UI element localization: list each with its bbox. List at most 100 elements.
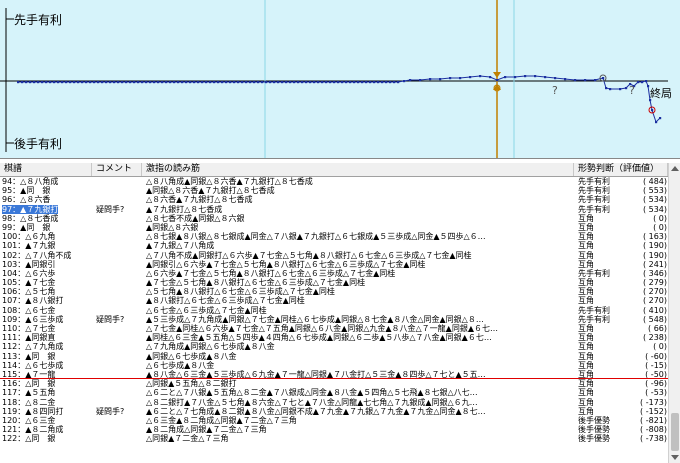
header-line[interactable]: 激指の読み筋 (142, 163, 574, 176)
score-cell: ( 66) (648, 324, 667, 333)
evaluation-point (81, 81, 84, 84)
evaluation-point (117, 81, 120, 84)
line-cell: ▲同銀引△６六歩▲７七金△５七角▲８八銀打△６七金△６三歩成△７七金▲同桂 (146, 259, 426, 269)
eval-cell: 互角 (578, 213, 594, 223)
evaluation-point (594, 79, 597, 82)
move-cell: 95：▲同 銀 (2, 186, 90, 195)
table-row[interactable]: 94：△８八角成 △８八角成▲同銀△８六香▲７九銀打△８七香成 先手有利 ( 484) (0, 177, 668, 186)
table-row[interactable]: 102：△７八角不成 △７八角不成▲同銀打△６六歩▲７七金△５七角▲８八銀打△６七… (0, 251, 668, 260)
evaluation-point (381, 81, 384, 84)
evaluation-point (317, 81, 320, 84)
evaluation-graph[interactable]: 先手有利 後手有利 終局 ? ? (0, 0, 680, 159)
table-row[interactable]: 103：▲同銀引 ▲同銀引△６六歩▲７七金△５七角▲８八銀打△６七金△６三歩成△７… (0, 260, 668, 269)
table-row[interactable]: 111：▲同銀直 ▲同桂△６三金▲５五角△５四歩▲４四角△６七歩成▲同銀△６二歩▲… (0, 333, 668, 342)
header-comment[interactable]: コメント (92, 163, 142, 176)
line-cell: △８七香不成▲同銀△８六銀 (146, 213, 245, 223)
scroll-down-icon[interactable] (671, 455, 679, 460)
table-row[interactable]: 95：▲同 銀 ▲同銀△８六香▲７九銀打△８七香成 先手有利 ( 553) (0, 186, 668, 195)
comment-cell: 疑問手? (96, 204, 125, 214)
move-text: 111：▲同銀直 (2, 333, 56, 343)
table-row[interactable]: 117：▲５五角 △６二と△７八銀▲５五角△８二金▲７八銀成△同金▲８八金▲５四角… (0, 388, 668, 397)
evaluation-point (369, 81, 372, 84)
table-row[interactable]: 116：△同 銀 △同銀▲５五角△８二銀打 互角 ( -96) (0, 379, 668, 388)
evaluation-point (125, 81, 128, 84)
score-cell: ( 548) (642, 314, 667, 324)
line-cell: △同銀▲７二金△７三角 (146, 434, 229, 444)
move-text: 100：△６九角 (2, 232, 56, 242)
header-eval[interactable]: 形勢判断（評価値） (574, 163, 668, 176)
evaluation-point (173, 81, 176, 84)
table-row[interactable]: 104：△６六歩 △６六歩▲７七金△５七角▲８八銀打△６七金△６三歩成△７七金▲同… (0, 269, 668, 278)
move-cell: 97：▲７九銀打 (2, 204, 90, 214)
table-row[interactable]: 108：△６七金 △６七金△６三歩成△７七金▲同桂 先手有利 ( 410) (0, 306, 668, 315)
eval-cell: 互角 (578, 406, 594, 416)
scroll-up-icon[interactable] (671, 166, 679, 171)
table-row[interactable]: 113：▲同 銀 ▲同銀△６七歩成▲８八金 互角 ( -60) (0, 352, 668, 361)
table-row[interactable]: 121：▲８二角成 ▲８二角成△同銀▲７二金△７三角 後手優勢 ( -808) (0, 425, 668, 434)
table-row[interactable]: 98：△８七香成 △８七香不成▲同銀△８六銀 互角 ( 0) (0, 214, 668, 223)
move-cell: 105：▲７七金 (2, 278, 90, 287)
table-row[interactable]: 109：▲６三歩成 疑問手? ▲５三歩成△７九角成▲同銀△７七金▲同桂△６七歩成▲同… (0, 315, 668, 324)
scroll-thumb[interactable] (671, 413, 679, 451)
table-row[interactable]: 110：△７七金 △７七金▲同桂△６六歩▲７七金△７五角▲同銀△６八金▲同銀△九金… (0, 324, 668, 333)
table-row[interactable]: 118：△８二金 △８二銀打▲７八金△５七角▲８六金△７七と▲７八金△同龍▲七七角… (0, 398, 668, 407)
table-row[interactable]: 120：△６三金 △６三金▲８二角成△同銀▲７二金△７三角 後手優勢 ( -821) (0, 416, 668, 425)
evaluation-point (325, 81, 328, 84)
evaluation-chart (0, 0, 668, 158)
table-row[interactable]: 105：▲７七金 ▲７七金△５七角▲８八銀打△６七金△６三歩成△７七金▲同桂 互角 (… (0, 278, 668, 287)
evaluation-point (161, 81, 164, 84)
game-end-label: 終局 (650, 87, 672, 100)
table-row[interactable]: 107：▲８八銀打 ▲８八銀打△６七金△６三歩成△７七金▲同桂 互角 ( 270) (0, 296, 668, 305)
table-row[interactable]: 112：△７九角成 △７九角成▲同銀△６七歩成▲８八金 互角 ( 0) (0, 342, 668, 351)
move-text: 97：▲７九銀打 (2, 204, 59, 214)
evaluation-point (233, 81, 236, 84)
move-text: 96：△８六香 (2, 195, 51, 205)
question-mark: ? (552, 84, 558, 97)
table-row[interactable]: 97：▲７九銀打 疑問手? ▲７九銀打△８七香成 先手有利 ( 534) (0, 204, 668, 214)
table-row[interactable]: 114：△６七歩成 △６七歩成▲８八金 互角 ( -15) (0, 361, 668, 370)
evaluation-point (129, 81, 132, 84)
evaluation-point (109, 81, 112, 84)
evaluation-point (193, 81, 196, 84)
evaluation-point (289, 81, 292, 84)
evaluation-point (305, 81, 308, 84)
evaluation-point (113, 81, 116, 84)
table-row[interactable]: 106：△５七角 △５七角▲８八銀打△６七金△６三歩成△７七金▲同桂 互角 ( 270… (0, 287, 668, 296)
table-row[interactable]: 100：△６九角 △８七銀▲８八銀△８七銀成▲同金△７八銀▲７九銀打△６七銀成▲５… (0, 232, 668, 241)
table-row[interactable]: 119：▲８四同打 疑問手? ▲６二と△７七角成▲８二銀▲８八金△同銀不成▲７九金▲… (0, 407, 668, 416)
evaluation-point (293, 81, 296, 84)
evaluation-point (157, 81, 160, 84)
eval-cell: 先手有利 (578, 195, 610, 205)
evaluation-point (504, 76, 507, 79)
eval-cell: 互角 (578, 342, 594, 352)
kifu-list[interactable]: 棋譜 コメント 激指の読み筋 形勢判断（評価値） 94：△８八角成 △８八角成▲同… (0, 163, 680, 463)
move-cell: 112：△７九角成 (2, 342, 90, 351)
move-text: 94：△８八角成 (2, 177, 59, 186)
line-cell: ▲８八銀打△６七金△６三歩成△７七金▲同桂 (146, 296, 305, 306)
evaluation-point (297, 81, 300, 84)
table-row[interactable]: 101：▲７九銀 ▲７九銀△７八角成 互角 ( 190) (0, 241, 668, 250)
eval-cell: 互角 (578, 222, 594, 232)
line-cell: △８六香▲７九銀打△８七香成 (146, 195, 253, 205)
move-text: 122：△同 銀 (2, 434, 56, 444)
evaluation-point (637, 81, 640, 84)
comment-cell: 疑問手? (96, 406, 125, 416)
evaluation-point (385, 81, 388, 84)
evaluation-point (253, 81, 256, 84)
evaluation-point (357, 81, 360, 84)
line-cell: ▲５三歩成△７九角成▲同銀△７七金▲同桂△６七歩成▲同銀△８七金▲８八金△同金▲… (146, 314, 484, 324)
vertical-scrollbar[interactable] (668, 163, 680, 463)
evaluation-point (37, 81, 40, 84)
score-cell: ( 241) (642, 259, 667, 269)
evaluation-point (185, 81, 188, 84)
table-row[interactable]: 99：▲同 銀 ▲同銀△８六銀 互角 ( 0) (0, 223, 668, 232)
move-text: 116：△同 銀 (2, 379, 56, 389)
eval-cell: 互角 (578, 287, 594, 297)
evaluation-point (321, 81, 324, 84)
evaluation-point (249, 81, 252, 84)
eval-cell: 互角 (578, 388, 594, 398)
header-kifu[interactable]: 棋譜 (0, 163, 92, 176)
table-row[interactable]: 96：△８六香 △８六香▲７九銀打△８七香成 先手有利 ( 534) (0, 195, 668, 204)
line-cell: △７九角成▲同銀△６七歩成▲８八金 (146, 342, 275, 352)
table-row[interactable]: 122：△同 銀 △同銀▲７二金△７三角 後手優勢 ( -738) (0, 434, 668, 443)
